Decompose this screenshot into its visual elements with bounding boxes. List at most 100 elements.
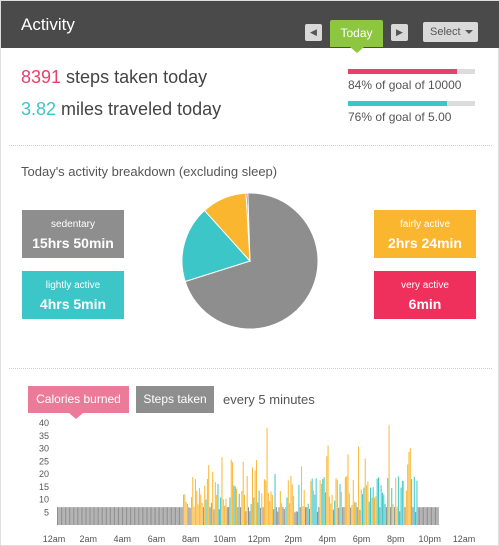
chart-bar xyxy=(168,507,170,525)
chart-bar xyxy=(179,507,181,525)
chart-bar xyxy=(366,485,368,525)
chart-bar xyxy=(108,507,110,525)
chart-bar xyxy=(420,507,422,525)
chart-bar xyxy=(351,504,353,525)
chart-bar xyxy=(306,507,308,525)
chart-bar xyxy=(204,485,206,525)
chart-bar xyxy=(228,507,230,525)
chart-bar xyxy=(363,487,365,525)
chart-bar xyxy=(125,507,127,525)
chart-bar xyxy=(165,507,167,525)
miles-count: 3.82 xyxy=(21,99,57,119)
chart-bar xyxy=(249,511,251,525)
select-dropdown[interactable]: Select xyxy=(423,22,478,42)
chart-bar xyxy=(177,507,179,525)
chart-bar xyxy=(57,507,58,525)
x-tick-label: 4am xyxy=(114,534,132,544)
chart-bar xyxy=(376,478,378,525)
chart-bar xyxy=(423,507,425,525)
chart-bar xyxy=(116,507,118,525)
chart-bar xyxy=(352,480,354,525)
y-tick-label: 10 xyxy=(39,495,49,505)
chart-bar xyxy=(167,507,169,525)
chart-bar xyxy=(196,490,198,525)
chart-bar xyxy=(240,507,242,525)
x-tick-label: 12am xyxy=(43,534,66,544)
chart-bar xyxy=(234,486,236,525)
chart-bar xyxy=(198,487,200,525)
chart-bar xyxy=(328,496,330,525)
calories-burned-tab[interactable]: Calories burned xyxy=(28,386,129,413)
chart-bar xyxy=(253,497,255,525)
chart-bar xyxy=(309,508,310,525)
chart-bar xyxy=(254,470,256,525)
chart-bar xyxy=(224,505,226,525)
chart-bar xyxy=(96,507,98,525)
interval-label: every 5 minutes xyxy=(223,392,315,407)
chart-bar xyxy=(149,507,151,525)
section-divider xyxy=(9,145,492,146)
y-tick-label: 35 xyxy=(39,431,49,441)
chart-bar xyxy=(433,507,435,525)
x-tick-label: 10pm xyxy=(419,534,442,544)
chart-bar xyxy=(60,507,62,525)
chart-bar xyxy=(176,507,178,525)
chart-bar xyxy=(283,509,285,525)
chart-bar xyxy=(114,507,116,525)
steps-taken-tab[interactable]: Steps taken xyxy=(136,386,214,413)
previous-day-button[interactable]: ◀ xyxy=(305,24,322,41)
next-day-button[interactable]: ▶ xyxy=(391,24,408,41)
today-button[interactable]: Today xyxy=(330,20,383,47)
y-tick-label: 5 xyxy=(44,507,49,517)
chart-bar xyxy=(70,507,72,525)
chart-bar xyxy=(431,507,433,525)
chart-bar xyxy=(250,503,252,525)
chart-bar xyxy=(332,509,334,525)
chart-bar xyxy=(115,507,117,525)
chart-bar xyxy=(271,494,273,525)
chart-bar xyxy=(88,507,90,525)
chart-bar xyxy=(263,479,265,525)
chart-bar xyxy=(358,446,360,525)
chart-bar xyxy=(314,494,316,525)
chart-bar xyxy=(364,458,366,525)
chart-bar xyxy=(393,507,395,525)
chart-bar xyxy=(141,507,143,525)
chart-bar xyxy=(84,507,86,525)
steps-goal-label: 84% of goal of 10000 xyxy=(348,78,462,92)
chart-bar xyxy=(62,507,64,525)
chart-bar xyxy=(173,507,175,525)
sedentary-label: sedentary xyxy=(51,219,95,230)
chart-bar xyxy=(371,497,373,525)
chart-bar xyxy=(119,507,121,525)
chart-bar xyxy=(399,511,401,525)
x-tick-label: 6pm xyxy=(353,534,371,544)
very-active-value: 6min xyxy=(408,296,442,312)
x-tick-label: 10am xyxy=(214,534,237,544)
chart-bar xyxy=(316,511,318,525)
chart-bar xyxy=(287,480,289,525)
chart-bar xyxy=(160,507,162,525)
chart-bar xyxy=(123,507,125,525)
chart-bar xyxy=(111,507,113,525)
chart-bar xyxy=(197,504,199,525)
miles-goal-bar xyxy=(348,101,475,106)
chart-bar xyxy=(236,488,238,525)
chart-bar xyxy=(221,457,223,525)
chart-bar xyxy=(312,490,314,525)
chart-bar xyxy=(285,507,287,525)
chart-bar xyxy=(257,502,259,525)
chart-bar xyxy=(298,484,300,525)
chart-bar xyxy=(92,507,94,525)
chart-bar xyxy=(143,507,145,525)
chart-bar xyxy=(407,464,409,525)
chart-bar xyxy=(164,507,166,525)
y-tick-label: 30 xyxy=(39,444,49,454)
y-tick-label: 20 xyxy=(39,469,49,479)
chart-bar xyxy=(251,467,253,525)
chart-bar xyxy=(90,507,92,525)
chart-bar xyxy=(190,497,192,525)
chart-bar xyxy=(279,490,281,525)
chart-bar xyxy=(144,507,146,525)
chart-bar xyxy=(400,487,402,525)
